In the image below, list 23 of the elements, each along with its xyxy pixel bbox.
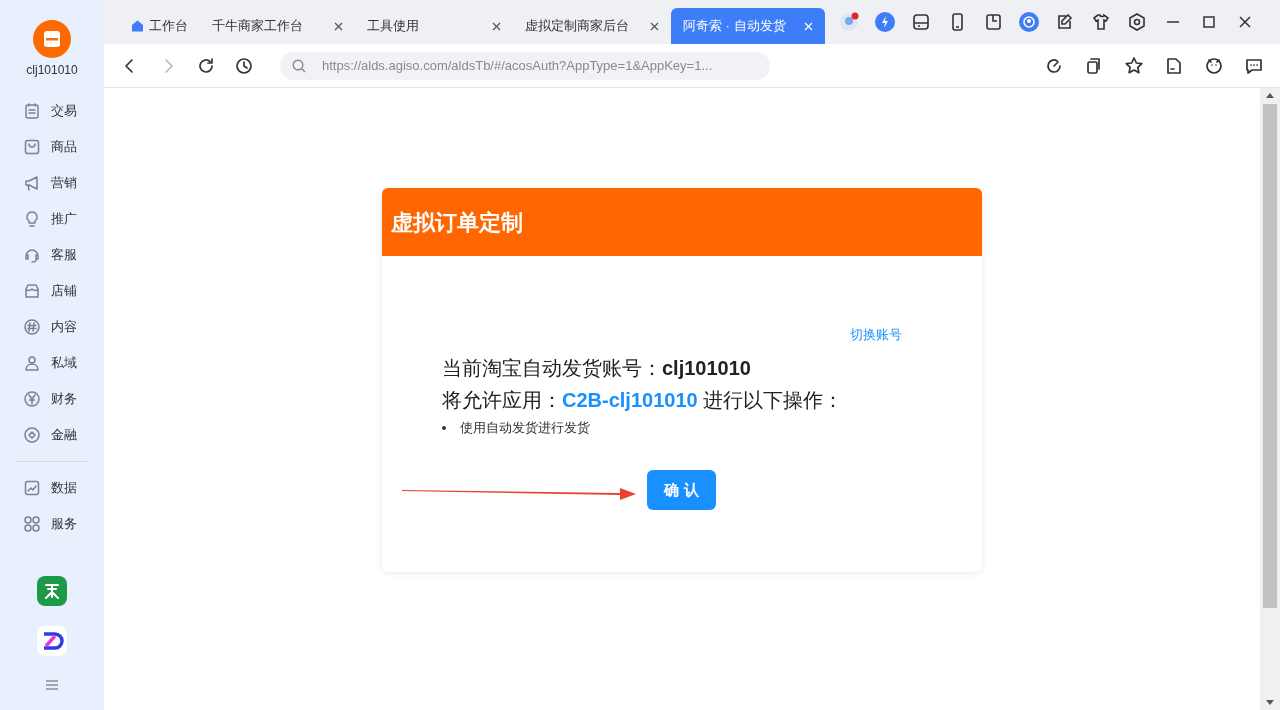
browser-tab[interactable]: 工作台 xyxy=(120,8,200,44)
url-text: https://alds.agiso.com/aldsTb/#/acosAuth?AppType=1&AppKey=1... xyxy=(322,56,713,75)
sidebar-item[interactable]: 客服 xyxy=(17,237,87,273)
browser-tab[interactable]: 虚拟定制商家后台 xyxy=(513,8,671,44)
permission-line: 将允许应用：C2B-clj101010 进行以下操作： xyxy=(442,388,844,413)
permission-item: 使用自动发货进行发货 xyxy=(460,419,590,437)
account-line: 当前淘宝自动发货账号：clj101010 xyxy=(442,356,751,381)
sidebar-item[interactable]: 商品 xyxy=(17,129,87,165)
browser-tab[interactable]: 千牛商家工作台 xyxy=(200,8,355,44)
browser-tab[interactable]: 阿奇索 · 自动发货 xyxy=(671,8,825,44)
sidebar-item[interactable]: 营销 xyxy=(17,165,87,201)
sidebar-item[interactable]: 交易 xyxy=(17,93,87,129)
browser-tab[interactable]: 工具使用 xyxy=(355,8,513,44)
sidebar-item[interactable]: 推广 xyxy=(17,201,87,237)
sidebar-item[interactable]: 服务 xyxy=(17,506,87,542)
sidebar-item[interactable]: 私域 xyxy=(17,345,87,381)
card-title: 虚拟订单定制 xyxy=(391,208,523,237)
sidebar-item[interactable]: 店铺 xyxy=(17,273,87,309)
sidebar-item[interactable]: 金融 xyxy=(17,417,87,453)
sidebar-item[interactable]: 内容 xyxy=(17,309,87,345)
sidebar-item[interactable]: 数据 xyxy=(17,470,87,506)
sidebar-item[interactable]: 财务 xyxy=(17,381,87,417)
account-name: clj101010 xyxy=(26,62,78,79)
